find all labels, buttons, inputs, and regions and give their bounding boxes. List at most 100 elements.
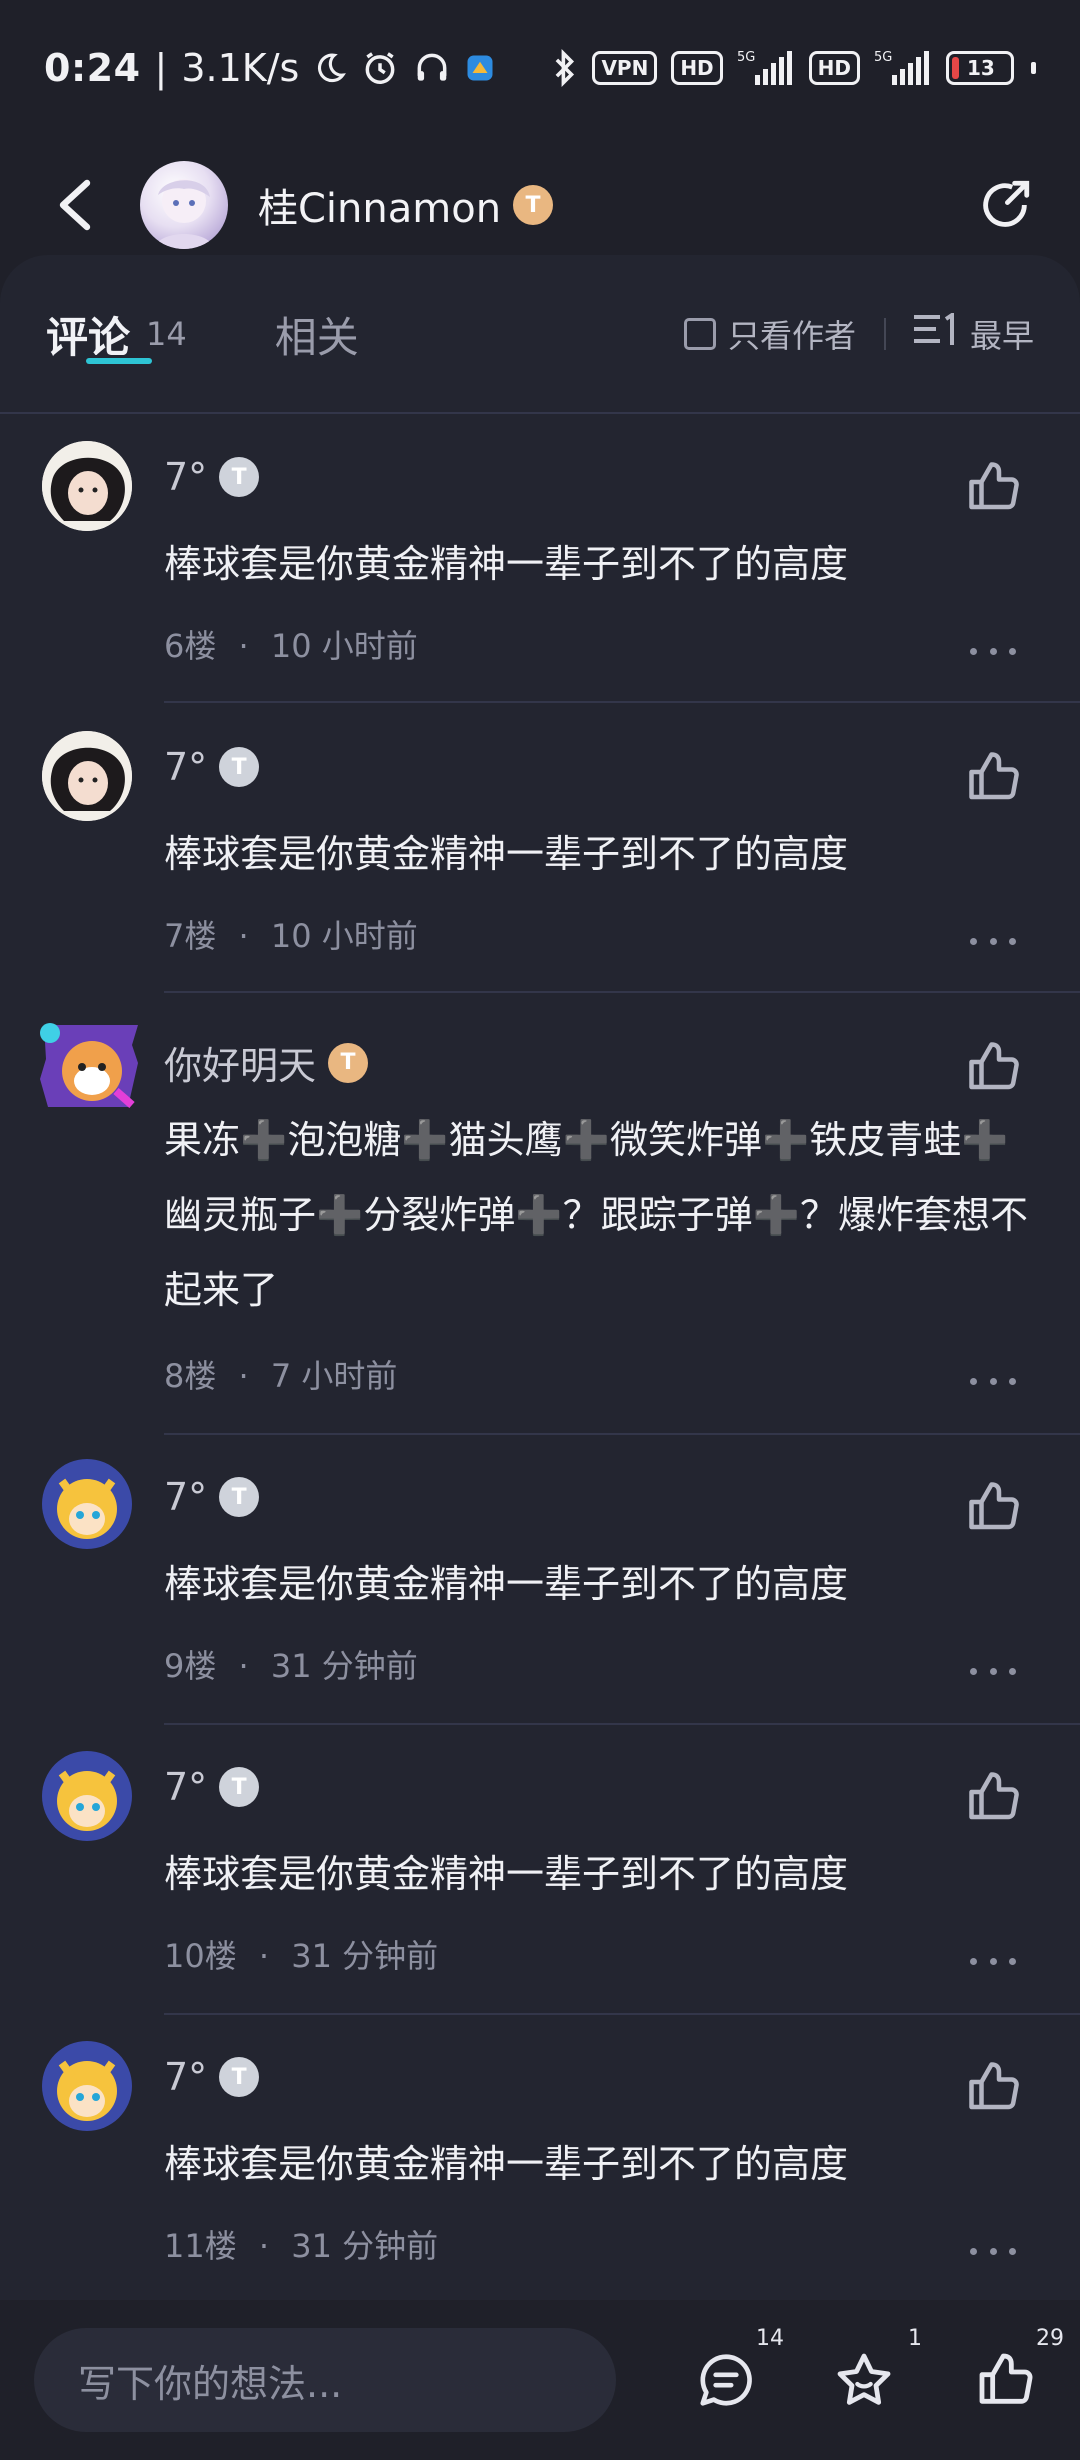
commenter-name[interactable]: 你好明天 [164, 1035, 316, 1090]
comment-floor: 7楼 [164, 917, 217, 955]
comment-item: 你好明天 T 果冻➕泡泡糖➕猫头鹰➕微笑炸弹➕铁皮青蛙➕幽灵瓶子➕分裂炸弹➕？跟… [0, 993, 1080, 1435]
share-button[interactable] [970, 170, 1040, 240]
like-post-button[interactable]: 29 [966, 2326, 1064, 2420]
more-options-button[interactable] [970, 1371, 1016, 1391]
hd-badge-2: HD [808, 50, 860, 85]
sort-icon[interactable] [913, 311, 956, 355]
comment-meta: 7楼 · 10 小时前 [164, 911, 418, 957]
tab-comments[interactable]: 评论 14 [46, 284, 187, 384]
more-options-button[interactable] [970, 641, 1016, 661]
level-badge: T [219, 2057, 260, 2097]
meta-separator: · [258, 1937, 270, 1975]
commenter-name[interactable]: 7° [164, 1765, 207, 1809]
commenter-name[interactable]: 7° [164, 455, 207, 499]
like-button[interactable] [964, 1767, 1024, 1827]
comment-time: 31 分钟前 [291, 2227, 439, 2265]
comment-floor: 8楼 [164, 1357, 217, 1395]
more-dot-icon [970, 1667, 977, 1675]
more-dot-icon [989, 1957, 997, 1965]
more-options-button[interactable] [970, 1661, 1016, 1681]
comment-text: 棒球套是你黄金精神一辈子到不了的高度 [164, 832, 849, 876]
more-dot-icon [970, 1957, 977, 1965]
comment-input-placeholder: 写下你的想法... [78, 2361, 343, 2406]
comments-button[interactable]: 14 [686, 2326, 784, 2420]
comment-item: 7° T 棒球套是你黄金精神一辈子到不了的高度 11楼 · 31 分钟前 [0, 2013, 1080, 2303]
more-dot-icon [989, 937, 997, 945]
commenter-avatar[interactable] [42, 2041, 132, 2131]
more-options-button[interactable] [970, 2241, 1016, 2261]
like-button[interactable] [964, 1037, 1024, 1097]
comment-floor: 9楼 [164, 1647, 217, 1685]
sort-label[interactable]: 最早 [970, 311, 1034, 357]
meta-separator: · [238, 917, 249, 955]
battery-tip [1031, 61, 1036, 74]
level-badge: T [219, 457, 260, 497]
comment-text: 棒球套是你黄金精神一辈子到不了的高度 [164, 1562, 849, 1606]
commenter-avatar[interactable] [36, 1019, 140, 1119]
comment-text: 棒球套是你黄金精神一辈子到不了的高度 [164, 1852, 849, 1896]
comment-floor: 11楼 [164, 2227, 237, 2265]
more-dot-icon [989, 647, 997, 655]
commenter-avatar[interactable] [42, 1751, 132, 1841]
author-only-checkbox[interactable] [683, 318, 716, 350]
back-button[interactable] [40, 170, 110, 240]
owner-name[interactable]: 桂Cinnamon [258, 176, 501, 234]
more-dot-icon [1009, 1957, 1016, 1965]
signal-icon-2: 5G [874, 49, 932, 87]
star-icon [837, 2353, 891, 2405]
comment-meta: 10楼 · 31 分钟前 [164, 1931, 438, 1977]
commenter-name[interactable]: 7° [164, 745, 207, 789]
comment-text: 果冻➕泡泡糖➕猫头鹰➕微笑炸弹➕铁皮青蛙➕幽灵瓶子➕分裂炸弹➕？跟踪子弹➕？爆炸… [164, 1118, 1028, 1312]
like-button[interactable] [964, 457, 1024, 517]
meta-separator: · [238, 1357, 249, 1395]
commenter-name[interactable]: 7° [164, 2055, 207, 2099]
like-count: 29 [1036, 2326, 1064, 2351]
comment-time: 7 小时前 [270, 1357, 398, 1395]
comment-input[interactable]: 写下你的想法... [34, 2328, 616, 2432]
comment-floor: 6楼 [164, 627, 217, 665]
tab-related-label: 相关 [274, 312, 359, 362]
svg-text:5G: 5G [874, 50, 892, 65]
meta-separator: · [238, 1647, 249, 1685]
comment-text: 棒球套是你黄金精神一辈子到不了的高度 [164, 2142, 849, 2186]
commenter-name[interactable]: 7° [164, 1475, 207, 1519]
owner-avatar[interactable] [140, 161, 228, 249]
commenter-name-row: 7° T [164, 455, 260, 499]
more-dot-icon [1009, 1667, 1016, 1675]
like-button[interactable] [964, 1477, 1024, 1537]
like-button[interactable] [964, 747, 1024, 807]
level-badge: T [219, 1477, 260, 1517]
comment-meta: 8楼 · 7 小时前 [164, 1351, 397, 1397]
thumbs-up-icon [969, 1042, 1019, 1090]
share-icon [983, 180, 1030, 227]
comment-time: 10 小时前 [270, 917, 418, 955]
more-dot-icon [1009, 1377, 1016, 1385]
network-speed: 3.1K/s [181, 45, 300, 90]
more-dot-icon [1009, 647, 1016, 655]
comment-meta: 6楼 · 10 小时前 [164, 621, 418, 667]
battery-icon: 13 [946, 50, 1014, 85]
favorite-button[interactable]: 1 [824, 2326, 922, 2420]
app-notification-icon [465, 53, 495, 83]
comment-text: 棒球套是你黄金精神一辈子到不了的高度 [164, 542, 849, 586]
commenter-avatar[interactable] [42, 731, 132, 821]
status-time: 0:24 [44, 45, 141, 90]
thumbs-up-icon [969, 1772, 1019, 1820]
like-button[interactable] [964, 2057, 1024, 2117]
commenter-avatar[interactable] [42, 1459, 132, 1549]
comment-bubble-icon [700, 2354, 752, 2406]
commenter-avatar[interactable] [42, 441, 132, 531]
more-options-button[interactable] [970, 1951, 1016, 1971]
commenter-name-row: 7° T [164, 745, 260, 789]
thumbs-up-icon [969, 462, 1019, 510]
tab-related[interactable]: 相关 [275, 284, 359, 384]
signal-icon-1: 5G [737, 49, 795, 87]
author-only-label[interactable]: 只看作者 [728, 311, 856, 357]
tab-comments-count: 14 [146, 315, 187, 353]
commenter-name-row: 你好明天 T [164, 1035, 369, 1090]
status-left: 0:24 | 3.1K/s [44, 46, 495, 90]
status-bar: 0:24 | 3.1K/s VPN HD 5G HD 5G 13 [0, 0, 1080, 135]
more-dot-icon [989, 1377, 997, 1385]
more-options-button[interactable] [970, 931, 1016, 951]
thumbs-up-icon [969, 752, 1019, 800]
